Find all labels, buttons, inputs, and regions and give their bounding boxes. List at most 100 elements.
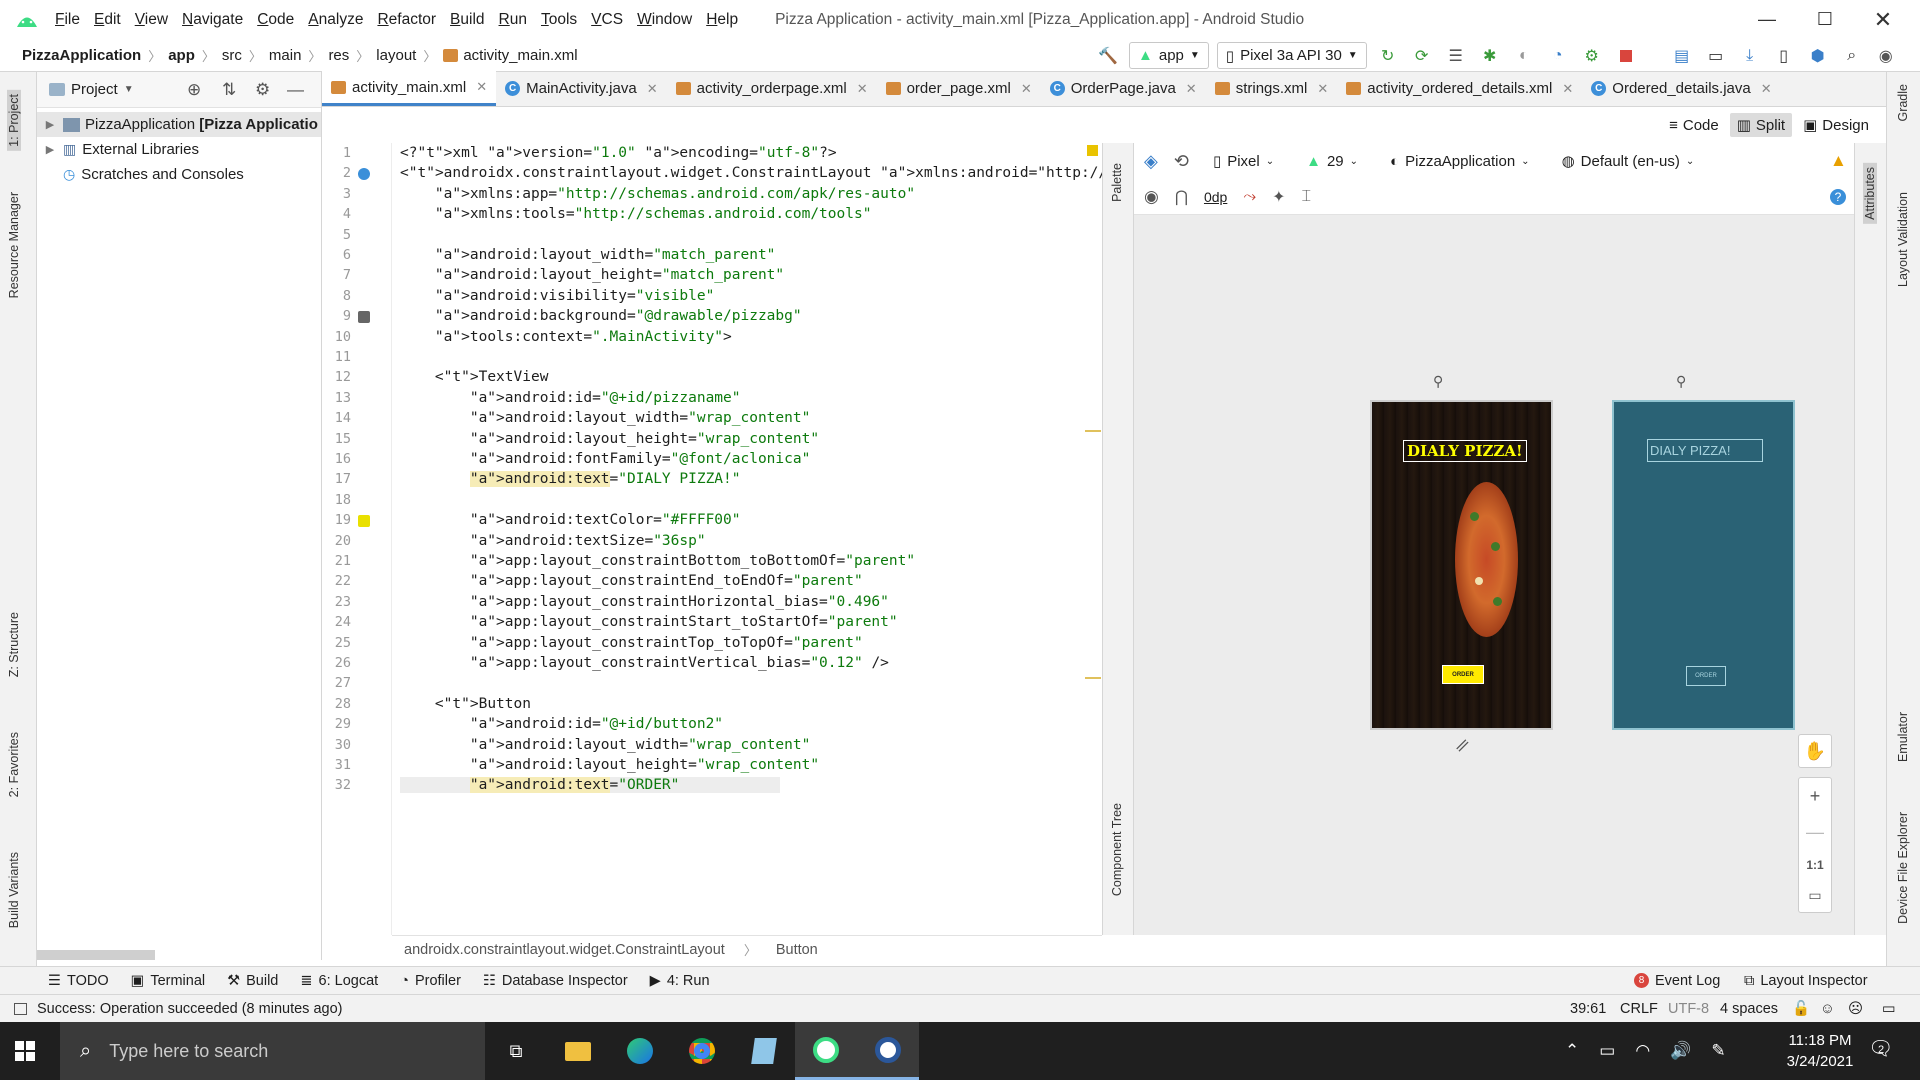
edge-browser-icon[interactable] bbox=[609, 1022, 671, 1080]
tab-activity-main-xml[interactable]: activity_main.xml ✕ bbox=[322, 71, 497, 106]
happy-face-icon[interactable]: ☺ bbox=[1820, 1001, 1835, 1017]
design-preview[interactable]: DIALY PIZZA! ORDER bbox=[1370, 400, 1553, 730]
warning-marker-icon[interactable] bbox=[1087, 145, 1098, 156]
code-line[interactable]: <"t">androidx.constraintlayout.widget.Co… bbox=[400, 165, 1102, 181]
line-separator[interactable]: CRLF bbox=[1620, 1001, 1658, 1017]
tree-item-external-libraries[interactable]: ▶ ▥ External Libraries bbox=[37, 137, 321, 162]
apply-changes-icon[interactable]: ↻ bbox=[1375, 43, 1401, 69]
code-line[interactable]: "a">android:layout_height="wrap_content" bbox=[400, 431, 819, 447]
search-icon[interactable]: ⌕ bbox=[1839, 43, 1865, 69]
menu-build[interactable]: Build bbox=[443, 0, 491, 39]
collapse-all-icon[interactable]: ⇅ bbox=[222, 80, 236, 100]
device-dropdown[interactable]: ▯ Pixel 3a API 30 ▼ bbox=[1216, 42, 1367, 69]
status-toggle-icon[interactable] bbox=[14, 1002, 27, 1015]
line-number[interactable]: 30 bbox=[321, 737, 351, 753]
code-line[interactable]: <"t">Button bbox=[400, 696, 531, 712]
eye-icon[interactable]: ◉ bbox=[1144, 187, 1159, 207]
code-line[interactable]: "a">android:text="ORDER" bbox=[400, 777, 780, 794]
chevron-right-icon[interactable]: ▶ bbox=[37, 143, 63, 156]
coverage-icon[interactable]: ◐ bbox=[1511, 43, 1537, 69]
volume-icon[interactable]: 🔊 bbox=[1670, 1041, 1691, 1061]
breadcrumb-item[interactable]: activity_main.xml bbox=[443, 47, 578, 64]
chevron-right-icon[interactable]: ▶ bbox=[37, 118, 63, 131]
file-explorer-icon[interactable] bbox=[547, 1022, 609, 1080]
horizontal-scrollbar[interactable] bbox=[37, 950, 155, 960]
run-config-dropdown[interactable]: ▲ app ▼ bbox=[1129, 42, 1209, 69]
line-number[interactable]: 21 bbox=[321, 553, 351, 569]
structure-tab[interactable]: Z: Structure bbox=[7, 612, 21, 677]
tab-activity-ordered-details-xml[interactable]: activity_ordered_details.xml ✕ bbox=[1337, 71, 1582, 106]
magnet-icon[interactable]: ⋂ bbox=[1175, 187, 1188, 207]
gradle-tab[interactable]: Gradle bbox=[1896, 84, 1910, 122]
layout-inspector-tab[interactable]: ⧉ Layout Inspector bbox=[1744, 973, 1868, 989]
warning-icon[interactable]: ▲ bbox=[1830, 151, 1847, 171]
design-canvas[interactable]: ⚲ ⚲ DIALY PIZZA! ORDER ═ DIALY PIZZA! OR… bbox=[1134, 215, 1854, 935]
locate-icon[interactable]: ⊕ bbox=[187, 80, 201, 100]
menu-edit[interactable]: Edit bbox=[87, 0, 128, 39]
tab-orderpage-java[interactable]: C OrderPage.java ✕ bbox=[1041, 71, 1206, 106]
code-line[interactable]: "a">xmlns:app="http://schemas.android.co… bbox=[400, 186, 915, 202]
favorites-tab[interactable]: 2: Favorites bbox=[7, 732, 21, 797]
line-number[interactable]: 9 bbox=[321, 308, 351, 324]
code-line[interactable]: "a">android:layout_width="wrap_content" bbox=[400, 737, 810, 753]
avd-manager-icon[interactable]: ▭ bbox=[1703, 43, 1729, 69]
clear-constraints-icon[interactable]: ⤳ bbox=[1243, 188, 1256, 206]
run-tab[interactable]: ▶ 4: Run bbox=[650, 973, 710, 989]
menu-code[interactable]: Code bbox=[250, 0, 301, 39]
breadcrumb-item[interactable]: src bbox=[222, 47, 242, 64]
line-number[interactable]: 5 bbox=[321, 227, 351, 243]
blueprint-order-button[interactable]: ORDER bbox=[1686, 666, 1726, 686]
code-line[interactable]: "a">xmlns:tools="http://schemas.android.… bbox=[400, 206, 872, 222]
maximize-button[interactable]: ☐ bbox=[1796, 0, 1854, 39]
design-mode-button[interactable]: ▣ Design bbox=[1796, 113, 1876, 137]
task-view-icon[interactable]: ⧉ bbox=[485, 1022, 547, 1080]
line-number[interactable]: 28 bbox=[321, 696, 351, 712]
tree-item-project[interactable]: ▶ PizzaApplication [Pizza Applicatio bbox=[37, 112, 321, 137]
infer-constraints-icon[interactable]: ✦ bbox=[1272, 187, 1285, 207]
line-number[interactable]: 18 bbox=[321, 492, 351, 508]
blueprint-title-text[interactable]: DIALY PIZZA! bbox=[1647, 439, 1763, 462]
line-number[interactable]: 8 bbox=[321, 288, 351, 304]
code-line[interactable]: "a">app:layout_constraintHorizontal_bias… bbox=[400, 594, 889, 610]
notifications-icon[interactable]: 🗨 2 bbox=[1868, 1036, 1893, 1061]
project-tool-tab[interactable]: 1: Project bbox=[7, 90, 21, 151]
chevron-down-icon[interactable]: ▼ bbox=[124, 84, 134, 95]
component-tree-tab[interactable]: Component Tree bbox=[1110, 803, 1124, 896]
minimize-button[interactable]: — bbox=[1738, 0, 1796, 39]
help-icon[interactable]: ? bbox=[1830, 189, 1846, 205]
apply-code-changes-icon[interactable]: ⟳ bbox=[1409, 43, 1435, 69]
line-number[interactable]: 31 bbox=[321, 757, 351, 773]
device-file-explorer-tab[interactable]: Device File Explorer bbox=[1896, 812, 1910, 924]
menu-window[interactable]: Window bbox=[630, 0, 699, 39]
clock[interactable]: 11:18 PM 3/24/2021 bbox=[1770, 1030, 1870, 1072]
scroll-marker[interactable] bbox=[1085, 430, 1101, 432]
code-line[interactable]: "a">app:layout_constraintBottom_toBottom… bbox=[400, 553, 915, 569]
layout-validation-tab[interactable]: Layout Validation bbox=[1896, 192, 1910, 287]
sad-face-icon[interactable]: ☹ bbox=[1848, 1001, 1863, 1017]
database-inspector-tab[interactable]: ☷ Database Inspector bbox=[483, 973, 628, 989]
wifi-icon[interactable]: ◠ bbox=[1635, 1041, 1650, 1061]
line-number[interactable]: 25 bbox=[321, 635, 351, 651]
logcat-tab[interactable]: ≣ 6: Logcat bbox=[300, 973, 378, 989]
preview-title-text[interactable]: DIALY PIZZA! bbox=[1403, 440, 1527, 462]
status-message[interactable]: Success: Operation succeeded (8 minutes … bbox=[37, 1001, 342, 1017]
project-view-selector[interactable]: Project bbox=[71, 81, 118, 98]
code-line[interactable]: "a">android:text="DIALY PIZZA!" bbox=[400, 471, 741, 488]
palette-tab[interactable]: Palette bbox=[1110, 163, 1124, 202]
profile-icon[interactable]: ◔ bbox=[1545, 43, 1571, 69]
line-number[interactable]: 1 bbox=[321, 145, 351, 161]
menu-vcs[interactable]: VCS bbox=[584, 0, 630, 39]
emulator-tab[interactable]: Emulator bbox=[1896, 712, 1910, 762]
menu-tools[interactable]: Tools bbox=[534, 0, 584, 39]
line-number[interactable]: 2 bbox=[321, 165, 351, 181]
blueprint-preview[interactable]: DIALY PIZZA! ORDER bbox=[1612, 400, 1795, 730]
line-number[interactable]: 4 bbox=[321, 206, 351, 222]
breadcrumb-item[interactable]: res bbox=[328, 47, 349, 64]
sync-project-icon[interactable]: ▤ bbox=[1669, 43, 1695, 69]
caret-position[interactable]: 39:61 bbox=[1570, 1001, 1606, 1017]
code-line[interactable]: "a">android:fontFamily="@font/aclonica" bbox=[400, 451, 811, 467]
battery-icon[interactable]: ▭ bbox=[1599, 1041, 1615, 1061]
zoom-out-icon[interactable]: — bbox=[1806, 822, 1824, 843]
close-button[interactable]: ✕ bbox=[1854, 0, 1912, 39]
code-line[interactable]: "a">android:visibility="visible" bbox=[400, 288, 714, 304]
